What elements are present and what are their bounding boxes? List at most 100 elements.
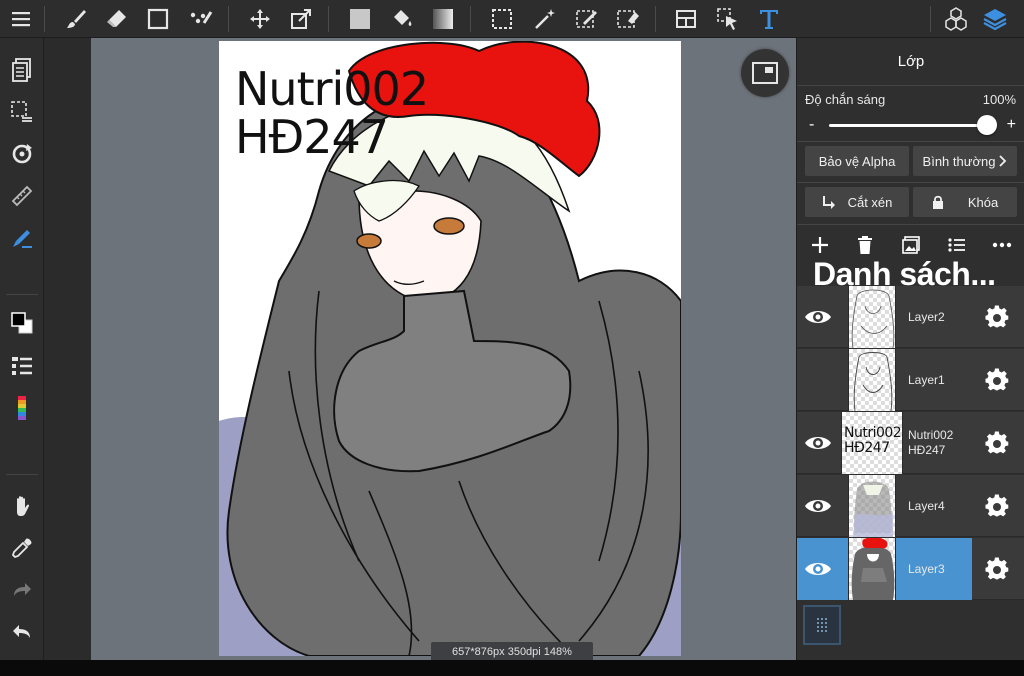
toolbar-divider [930,6,931,32]
menu-icon[interactable] [6,4,36,34]
opacity-decrease-button[interactable]: - [809,116,814,134]
selection-menu-icon[interactable] [7,97,37,127]
blend-mode-label: Bình thường [922,153,996,169]
lock-icon [932,195,943,209]
rectangle-shape-icon[interactable] [143,4,173,34]
layer-properties-icon[interactable] [944,232,970,258]
layer-name: Nutri002 HĐ247 [908,412,953,474]
artwork-canvas[interactable]: Nutri002 HĐ247 [219,41,681,656]
bucket-icon[interactable] [387,4,417,34]
eraser-icon[interactable] [102,4,132,34]
artwork-text-line1: Nutri002 [235,62,429,116]
layer-grid-button[interactable] [803,605,841,645]
clipping-button[interactable]: Cắt xén [805,187,909,217]
visibility-eye-icon[interactable] [803,493,833,519]
toolbar-divider [6,294,38,295]
layer-name-line1: Nutri002 [908,428,954,442]
layer-row-main[interactable]: Nutri002 HĐ247 Nutri002 HĐ247 [797,412,972,474]
layer-thumbnail-text: Nutri002 HĐ247 [844,425,902,456]
visibility-eye-icon[interactable] [803,556,833,582]
layer-settings-gear-icon[interactable] [983,555,1011,583]
redo-icon[interactable] [7,575,37,605]
canvas-status-bar: 657*876px 350dpi 148% [431,642,593,662]
fill-color-icon[interactable] [345,4,375,34]
layer-name: Layer1 [908,372,945,387]
magic-wand-icon[interactable] [530,4,560,34]
transform-icon[interactable] [286,4,316,34]
panel-divider [797,224,1024,225]
brush-icon[interactable] [61,4,91,34]
layer-settings-gear-icon[interactable] [983,429,1011,457]
protect-alpha-label: Bảo vệ Alpha [818,153,896,169]
visibility-eye-icon[interactable] [803,304,833,330]
layer-name: Layer4 [908,498,945,513]
delete-layer-icon[interactable] [852,232,878,258]
operation-cursor-icon[interactable] [713,4,743,34]
panel-divider [797,182,1024,183]
hand-icon[interactable] [7,491,37,521]
eyedropper-icon[interactable] [7,533,37,563]
navigator-icon [752,62,778,84]
visibility-eye-hidden-icon[interactable] [803,367,833,393]
protect-alpha-button[interactable]: Bảo vệ Alpha [805,146,909,176]
layer-row-main[interactable]: Layer1 [797,349,972,411]
gradient-icon[interactable] [428,4,458,34]
panel-divider [797,141,1024,142]
add-layer-icon[interactable] [807,232,833,258]
layer-row-main[interactable]: Layer2 [797,286,972,348]
layer-row[interactable]: Layer2 [797,286,1024,348]
lock-button[interactable]: Khóa [913,187,1017,217]
chevron-right-icon [999,155,1007,167]
opacity-slider-track[interactable] [829,124,987,127]
blend-mode-button[interactable]: Bình thường [913,146,1017,176]
materials-cubes-icon[interactable] [941,4,971,34]
undo-icon[interactable] [7,617,37,647]
opacity-slider-thumb[interactable] [977,115,997,135]
color-swatch-icon[interactable] [7,308,37,338]
snap-pen-icon[interactable] [7,223,37,253]
layer-list-icon[interactable] [7,351,37,381]
clipping-label: Cắt xén [847,194,893,210]
more-options-icon[interactable] [989,232,1015,258]
add-image-layer-icon[interactable] [898,232,924,258]
dot-pen-icon[interactable] [186,4,216,34]
opacity-increase-button[interactable]: + [1007,116,1016,134]
layer-settings-gear-icon[interactable] [983,303,1011,331]
select-rect-icon[interactable] [487,4,517,34]
ruler-icon[interactable] [7,181,37,211]
layer-thumbnail: Nutri002 HĐ247 [841,412,903,474]
bottom-strip [0,660,1024,676]
layer-name: Layer2 [908,309,945,324]
layer-row-selected[interactable]: Layer3 [797,538,1024,600]
select-pen-icon[interactable] [572,4,602,34]
thumbnail-text-line1: Nutri002 [844,425,902,441]
layer-settings-gear-icon[interactable] [983,492,1011,520]
toolbar-divider [228,6,229,32]
layer-row[interactable]: Nutri002 HĐ247 Nutri002 HĐ247 [797,412,1024,474]
layer-row[interactable]: Layer4 [797,475,1024,537]
text-tool-icon[interactable] [754,4,784,34]
layer-settings-gear-icon[interactable] [983,366,1011,394]
toolbar-divider [655,6,656,32]
layers-icon[interactable] [980,4,1010,34]
medibang-app: Nutri002 HĐ247 657*876px 350dpi 148% Lớp… [0,0,1024,676]
layer-thumbnail [848,538,896,600]
pages-icon[interactable] [7,55,37,85]
color-palette-icon[interactable] [7,393,37,423]
artwork-text: Nutri002 HĐ247 [235,62,429,161]
select-eraser-icon[interactable] [613,4,643,34]
rotate-icon[interactable] [7,139,37,169]
navigator-toggle-button[interactable] [741,49,789,97]
layer-panel-title: Lớp [797,38,1024,86]
opacity-label: Độ chắn sáng [805,92,886,107]
layer-row-main[interactable]: Layer3 [797,538,972,600]
layer-row-main[interactable]: Layer4 [797,475,972,537]
toolbar-divider [44,6,45,32]
visibility-eye-icon[interactable] [803,430,833,456]
layer-row[interactable]: Layer1 [797,349,1024,411]
move-icon[interactable] [245,4,275,34]
frame-divider-icon[interactable] [671,4,701,34]
lock-label: Khóa [967,194,999,210]
layer-thumbnail [848,349,896,411]
layer-thumbnail [848,475,896,537]
